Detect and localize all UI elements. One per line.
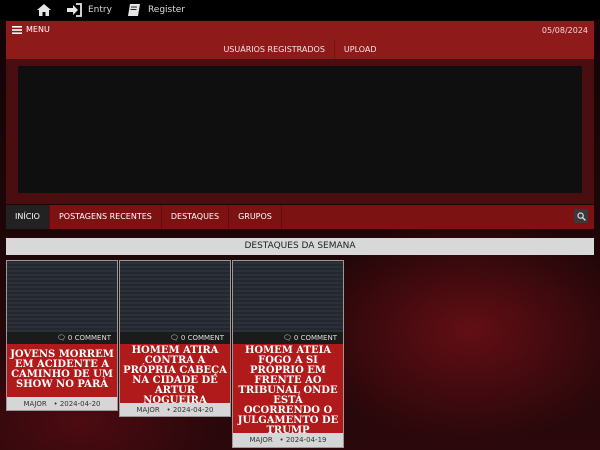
menu-label: MENU: [26, 25, 50, 34]
article-author: MAJOR: [136, 406, 160, 414]
nav-item-destaques[interactable]: DESTAQUES: [162, 205, 230, 229]
banner-placeholder: [18, 66, 582, 193]
article-date: 2024-04-20: [172, 406, 214, 414]
article-thumbnail[interactable]: [120, 261, 230, 332]
header-links: USUÁRIOS REGISTRADOS UPLOAD: [6, 40, 594, 59]
section-title: DESTAQUES DA SEMANA: [6, 238, 594, 255]
article-author: MAJOR: [249, 436, 273, 444]
current-date: 05/08/2024: [541, 26, 588, 35]
comment-icon: 🗨: [169, 334, 179, 342]
nav-item-postagens-recentes[interactable]: POSTAGENS RECENTES: [50, 205, 162, 229]
search-button[interactable]: [574, 209, 588, 223]
menu-button[interactable]: MENU: [12, 25, 50, 34]
register-label: Register: [147, 5, 186, 15]
article-meta: MAJOR • 2024-04-20: [120, 404, 230, 416]
article-card[interactable]: 🗨 0 COMMENT HOMEM ATEIA FOGO A SI PRÓPRI…: [232, 260, 344, 448]
site-header: MENU 05/08/2024 USUÁRIOS REGISTRADOS UPL…: [6, 21, 594, 59]
comment-count: 🗨 0 COMMENT: [7, 332, 117, 344]
article-card[interactable]: 🗨 0 COMMENT HOMEM ATIRA CONTRA A PRÓPRIA…: [119, 260, 231, 417]
book-icon: [127, 4, 140, 16]
entry-label: Entry: [88, 5, 112, 15]
register-link[interactable]: Register: [126, 3, 185, 17]
comment-count: 🗨 0 COMMENT: [233, 332, 343, 344]
article-title[interactable]: HOMEM ATEIA FOGO A SI PRÓPRIO EM FRENTE …: [233, 344, 343, 436]
article-thumbnail[interactable]: [7, 261, 117, 332]
nav-item-grupos[interactable]: GRUPOS: [229, 205, 282, 229]
article-thumbnail[interactable]: [233, 261, 343, 332]
article-title[interactable]: HOMEM ATIRA CONTRA A PRÓPRIA CABEÇA NA C…: [120, 344, 230, 406]
article-card[interactable]: 🗨 0 COMMENT JOVENS MORREM EM ACIDENTE A …: [6, 260, 118, 411]
article-author: MAJOR: [23, 400, 47, 408]
article-meta: MAJOR • 2024-04-20: [7, 398, 117, 410]
article-title[interactable]: JOVENS MORREM EM ACIDENTE A CAMINHO DE U…: [7, 344, 117, 397]
registered-users-link[interactable]: USUÁRIOS REGISTRADOS: [214, 40, 335, 59]
comment-icon: 🗨: [56, 334, 66, 342]
entry-link[interactable]: Entry: [66, 3, 112, 17]
article-date: 2024-04-19: [285, 436, 327, 444]
hamburger-icon: [12, 25, 22, 34]
nav-item-inicio[interactable]: INÍCIO: [6, 205, 50, 229]
article-meta: MAJOR • 2024-04-19: [233, 434, 343, 446]
user-bar: Entry Register: [0, 0, 600, 20]
banner-area: [6, 59, 594, 204]
home-link[interactable]: [36, 3, 52, 17]
search-icon: [576, 211, 586, 221]
main-nav: INÍCIO POSTAGENS RECENTES DESTAQUES GRUP…: [6, 205, 594, 229]
upload-link[interactable]: UPLOAD: [335, 40, 386, 59]
article-date: 2024-04-20: [59, 400, 101, 408]
sign-in-icon: [67, 3, 82, 17]
comment-count: 🗨 0 COMMENT: [120, 332, 230, 344]
home-icon: [37, 4, 51, 16]
comment-icon: 🗨: [282, 334, 292, 342]
